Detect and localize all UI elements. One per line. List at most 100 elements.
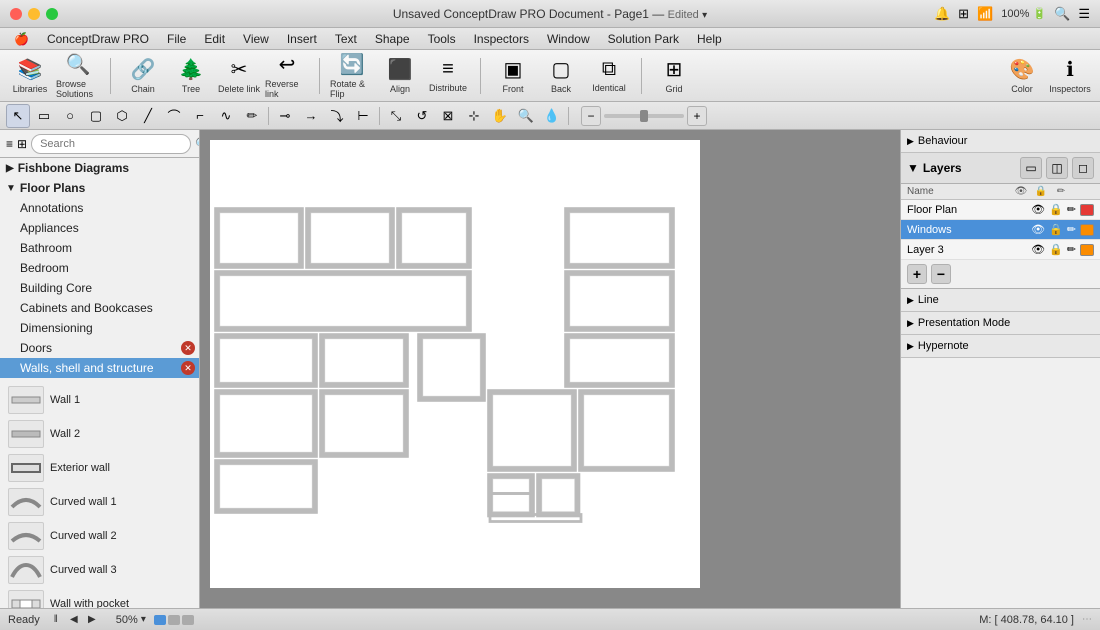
layer3-color[interactable] [1080, 244, 1094, 256]
windows-print-icon[interactable]: ✏ [1067, 223, 1076, 236]
zoom-slider-thumb[interactable] [640, 110, 648, 122]
sidebar-item-doors[interactable]: Doors ✕ [0, 338, 199, 358]
align-button[interactable]: ⬛ Align [378, 54, 422, 98]
crop-tool[interactable]: ⊠ [436, 104, 460, 128]
curve-tool[interactable]: ⌒ [162, 104, 186, 128]
menu-inspectors[interactable]: Inspectors [466, 30, 537, 48]
sidebar-item-appliances[interactable]: Appliances [0, 218, 199, 238]
menu-window[interactable]: Window [539, 30, 598, 48]
menu-icon[interactable]: ☰ [1078, 6, 1090, 22]
sidebar-item-dimensioning[interactable]: Dimensioning [0, 318, 199, 338]
scroll-left-button[interactable]: ‖ [48, 612, 64, 628]
sidebar-item-building-core[interactable]: Building Core [0, 278, 199, 298]
floor-plan-print-icon[interactable]: ✏ [1067, 203, 1076, 216]
layers-view-btn-1[interactable]: ▭ [1020, 157, 1042, 179]
shape-item-wall1[interactable]: Wall 1 [4, 383, 195, 417]
sidebar-item-annotations[interactable]: Annotations [0, 198, 199, 218]
step-connector[interactable]: ⊢ [351, 104, 375, 128]
sidebar-item-bedroom[interactable]: Bedroom [0, 258, 199, 278]
rotate-tool[interactable]: ↺ [410, 104, 434, 128]
presentation-header[interactable]: ▶ Presentation Mode [901, 312, 1100, 334]
page-dot-2[interactable] [168, 615, 180, 625]
zoom-slider[interactable] [604, 114, 684, 118]
libraries-button[interactable]: 📚 Libraries [8, 54, 52, 98]
floor-plan-color[interactable] [1080, 204, 1094, 216]
sidebar-grid-view[interactable]: ⊞ [17, 133, 27, 155]
eyedropper-tool[interactable]: 💧 [540, 104, 564, 128]
search-icon[interactable]: 🔍 [1054, 6, 1070, 22]
rotate-flip-button[interactable]: 🔄 Rotate & Flip [330, 54, 374, 98]
shape-item-curved-wall3[interactable]: Curved wall 3 [4, 553, 195, 587]
close-button[interactable] [10, 8, 22, 20]
menu-text[interactable]: Text [327, 30, 365, 48]
magnify-tool[interactable]: 🔍 [514, 104, 538, 128]
pen-tool[interactable]: ✏ [240, 104, 264, 128]
menu-view[interactable]: View [235, 30, 277, 48]
hypernote-header[interactable]: ▶ Hypernote [901, 335, 1100, 357]
chain-button[interactable]: 🔗 Chain [121, 54, 165, 98]
roundrect-tool[interactable]: ▢ [84, 104, 108, 128]
sidebar-list-view[interactable]: ≡ [6, 133, 13, 155]
distribute-button[interactable]: ≡ Distribute [426, 54, 470, 98]
shape-item-wall2[interactable]: Wall 2 [4, 417, 195, 451]
menu-shape[interactable]: Shape [367, 30, 418, 48]
arrow-tool[interactable]: → [299, 104, 323, 128]
layers-view-btn-3[interactable]: ◻ [1072, 157, 1094, 179]
tree-section-floor-plans-header[interactable]: ▼ Floor Plans [0, 178, 199, 198]
front-button[interactable]: ▣ Front [491, 54, 535, 98]
layer3-lock-icon[interactable]: 🔒 [1049, 243, 1063, 256]
windows-vis-icon[interactable]: 👁 [1031, 223, 1045, 236]
menu-file[interactable]: File [159, 30, 194, 48]
minimize-button[interactable] [28, 8, 40, 20]
color-button[interactable]: 🎨 Color [1000, 54, 1044, 98]
windows-lock-icon[interactable]: 🔒 [1049, 223, 1063, 236]
zoom-out-button[interactable]: − [581, 106, 601, 126]
maximize-button[interactable] [46, 8, 58, 20]
prev-page-button[interactable]: ◀ [66, 612, 82, 628]
bezier-tool[interactable]: ∿ [214, 104, 238, 128]
polygon-tool[interactable]: ⬡ [110, 104, 134, 128]
menu-solution-park[interactable]: Solution Park [600, 30, 687, 48]
inspectors-button[interactable]: ℹ Inspectors [1048, 54, 1092, 98]
resize-tool[interactable]: ⤡ [384, 104, 408, 128]
shape-item-curved-wall1[interactable]: Curved wall 1 [4, 485, 195, 519]
doors-close-icon[interactable]: ✕ [181, 341, 195, 355]
tree-section-fishbone-header[interactable]: ▶ Fishbone Diagrams [0, 158, 199, 178]
sidebar-item-bathroom[interactable]: Bathroom [0, 238, 199, 258]
menu-help[interactable]: Help [689, 30, 730, 48]
browse-solutions-button[interactable]: 🔍 Browse Solutions [56, 54, 100, 98]
node-tool[interactable]: ⊹ [462, 104, 486, 128]
layer3-print-icon[interactable]: ✏ [1067, 243, 1076, 256]
delete-link-button[interactable]: ✂ Delete link [217, 54, 261, 98]
sidebar-item-walls[interactable]: Walls, shell and structure ✕ [0, 358, 199, 378]
remove-layer-button[interactable]: − [931, 264, 951, 284]
menu-apple[interactable]: 🍎 [6, 30, 37, 48]
floor-plan-vis-icon[interactable]: 👁 [1031, 203, 1045, 216]
search-input[interactable] [31, 134, 191, 154]
rect-tool[interactable]: ▭ [32, 104, 56, 128]
canvas-area[interactable] [200, 130, 900, 608]
menu-edit[interactable]: Edit [196, 30, 233, 48]
floor-plan-lock-icon[interactable]: 🔒 [1049, 203, 1063, 216]
grid-button[interactable]: ⊞ Grid [652, 54, 696, 98]
shape-item-curved-wall2[interactable]: Curved wall 2 [4, 519, 195, 553]
grid-icon[interactable]: ⊞ [958, 6, 969, 22]
next-page-button[interactable]: ▶ [84, 612, 100, 628]
identical-button[interactable]: ⧉ Identical [587, 54, 631, 98]
windows-color[interactable] [1080, 224, 1094, 236]
ellipse-tool[interactable]: ○ [58, 104, 82, 128]
layers-view-btn-2[interactable]: ◫ [1046, 157, 1068, 179]
menu-app[interactable]: ConceptDraw PRO [39, 30, 157, 48]
curved-connector[interactable]: ⤵ [325, 104, 349, 128]
shape-item-exterior-wall[interactable]: Exterior wall [4, 451, 195, 485]
tree-button[interactable]: 🌲 Tree [169, 54, 213, 98]
notification-icon[interactable]: 🔔 [934, 6, 950, 22]
polyline-tool[interactable]: ⌐ [188, 104, 212, 128]
back-button[interactable]: ▢ Back [539, 54, 583, 98]
zoom-dropdown-icon[interactable]: ▾ [141, 614, 146, 625]
menu-insert[interactable]: Insert [279, 30, 325, 48]
layer-row-layer3[interactable]: Layer 3 👁 🔒 ✏ [901, 240, 1100, 260]
zoom-in-button[interactable]: + [687, 106, 707, 126]
line-tool[interactable]: ╱ [136, 104, 160, 128]
reverse-link-button[interactable]: ↩ Reverse link [265, 54, 309, 98]
